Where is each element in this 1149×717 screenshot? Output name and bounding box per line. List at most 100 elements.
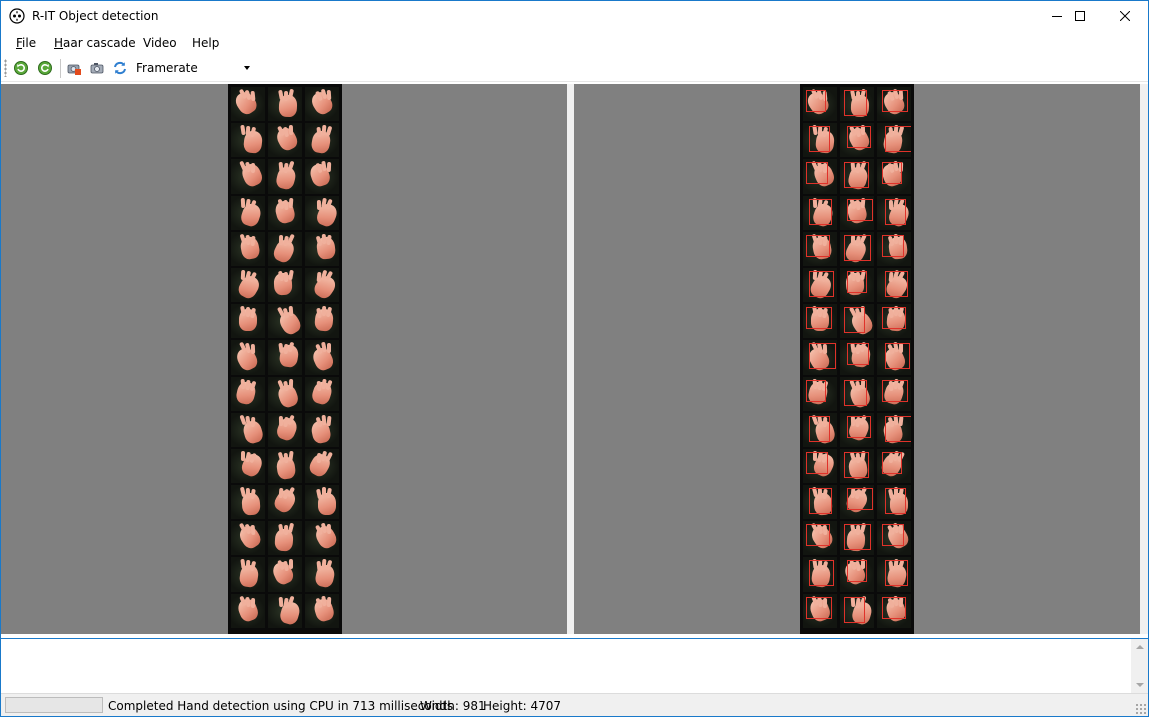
hand-finger [288,378,294,389]
hand-finger [287,522,295,534]
detection-box [806,234,830,257]
detection-box [885,415,911,442]
detection-box [809,415,830,442]
rotate-left-icon [14,61,28,75]
hand-finger [288,305,294,317]
detection-box [885,560,908,587]
maximize-button[interactable] [1057,1,1103,31]
thumbnail-cell [268,267,302,303]
thumbnail-cell [268,593,302,628]
detection-box [806,451,828,474]
thumbnail-cell [305,340,339,375]
detection-box [882,234,904,257]
hand-finger [326,524,332,535]
hand-finger [326,89,332,101]
menu-file[interactable]: File [16,36,36,50]
detection-box [847,415,871,438]
framerate-select[interactable]: Framerate [132,58,253,78]
thumbnail-cell [268,448,302,484]
hand-finger [325,125,333,137]
hand-finger [250,163,256,174]
toolbar: Framerate [1,56,1148,82]
menu-help[interactable]: Help [192,36,219,50]
hand-finger [288,197,294,208]
rotate-right-button[interactable] [36,59,54,77]
pane-splitter[interactable] [567,84,574,634]
refresh-icon [114,61,126,75]
detection-box [847,488,873,511]
close-icon [1120,11,1130,21]
toolbar-grip[interactable] [4,59,7,77]
title-bar[interactable]: R-IT Object detection [1,1,1148,31]
thumbnail-cell [231,521,265,556]
menu-video[interactable]: Video [143,36,177,50]
camera-stop-icon [67,64,81,75]
detection-box [844,524,871,551]
scroll-up-icon[interactable] [1136,645,1144,649]
result-image-pane[interactable] [574,84,1140,634]
thumbnail-cell [840,521,874,556]
thumbnail-cell [231,195,265,230]
thumbnail-cell [803,231,837,266]
detection-box [847,343,869,366]
pane-edge [1140,84,1148,634]
source-image-pane[interactable] [1,84,567,634]
hand-finger [316,199,322,210]
close-button[interactable] [1102,1,1148,31]
thumbnail-cell [268,376,302,411]
thumbnail-cell [877,376,911,411]
detection-box [844,379,867,406]
thumbnail-cell [877,159,911,194]
thumbnail-cell [840,593,874,628]
thumbnail-cell [840,412,874,447]
thumbnail-cell [877,412,911,447]
thumbnail-cell [803,485,837,520]
thumbnail-cell [803,448,837,484]
detection-box [809,488,832,515]
camera-button[interactable] [88,59,106,77]
thumbnail-cell [877,340,911,375]
thumbnail-cell [305,448,339,484]
thumbnail-cell [231,267,265,303]
thumbnail-cell [877,448,911,484]
scroll-down-icon[interactable] [1136,683,1144,687]
detection-box [806,524,830,547]
window-title: R-IT Object detection [32,9,159,23]
thumbnail-cell [803,340,837,375]
thumbnail-cell [803,304,837,339]
detection-box [806,307,832,330]
result-thumbnail-grid [803,87,911,628]
hand-finger [288,450,294,462]
thumbnail-cell [877,557,911,592]
detection-box [844,451,869,478]
detection-box [847,560,867,583]
thumbnail-cell [305,376,339,411]
thumbnail-cell [231,485,265,520]
thumbnail-cell [231,557,265,592]
camera-icon [90,63,104,74]
thumbnail-cell [877,195,911,230]
log-output[interactable] [1,638,1148,694]
thumbnail-cell [840,87,874,122]
thumbnail-cell [231,87,265,122]
camera-stop-button[interactable] [65,59,83,77]
detection-box [885,270,908,297]
menu-haar-cascade[interactable]: Haar cascade [54,36,136,50]
thumbnail-cell [268,87,302,122]
refresh-button[interactable] [111,59,129,77]
detection-box [809,126,830,153]
detection-box [885,343,910,370]
rotate-left-button[interactable] [12,59,30,77]
app-icon [9,8,25,24]
thumbnail-cell [877,123,911,158]
thumbnail-cell [268,159,302,194]
detection-box [847,126,871,149]
detection-box [882,307,906,330]
log-scrollbar[interactable] [1131,639,1148,693]
detection-box [809,198,832,225]
hand-finger [250,525,256,536]
thumbnail-cell [803,123,837,158]
resize-grip[interactable] [1135,703,1146,714]
progress-bar [5,697,103,713]
thumbnail-cell [231,448,265,484]
